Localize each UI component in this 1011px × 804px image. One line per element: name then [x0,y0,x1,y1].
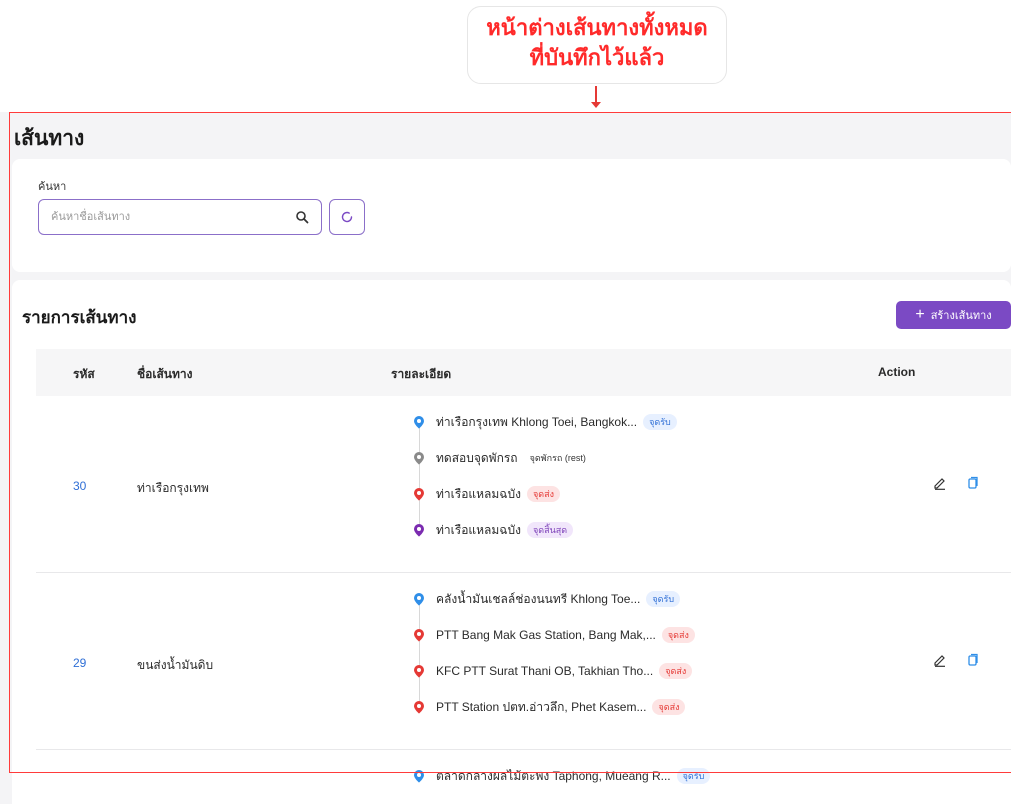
route-name: ท่าเรือกรุงเทพ [137,481,209,495]
map-pin-icon [414,665,424,678]
search-input[interactable] [39,200,279,234]
map-pin-icon [414,524,424,537]
stop-type-badge: จุดรับ [646,591,681,607]
stop-type-badge: จุดรับ [676,768,711,784]
route-stops: ตลาดกลางผลไม้ตะพง Taphong, Mueang R... จ… [412,758,711,794]
stop-type-badge: จุดส่ง [661,627,695,643]
create-route-button[interactable]: + สร้างเส้นทาง [896,301,1011,329]
annotation-callout: หน้าต่างเส้นทางทั้งหมด ที่บันทึกไว้แล้ว [467,6,727,84]
map-pin-icon [414,416,424,429]
stop-label: KFC PTT Surat Thani OB, Takhian Tho... [436,664,654,678]
stop-label: ตลาดกลางผลไม้ตะพง Taphong, Mueang R... [436,768,671,783]
table-row[interactable]: 30 ท่าเรือกรุงเทพ ท่าเรือกรุงเทพ Khlong … [36,396,1011,573]
table-header: รหัส ชื่อเส้นทาง รายละเอียด Action [36,349,1011,396]
search-icon[interactable] [295,210,309,224]
annotation-line-1: หน้าต่างเส้นทางทั้งหมด [486,16,708,41]
column-header-name[interactable]: ชื่อเส้นทาง [137,365,193,384]
map-pin-icon [414,593,424,606]
page-title: เส้นทาง [14,127,85,150]
copy-icon[interactable] [965,476,979,490]
search-card: ค้นหา [12,159,1011,272]
create-route-label: สร้างเส้นทาง [930,310,992,322]
map-pin-icon [414,629,424,642]
route-stop: PTT Station ปตท.อ่าวลึก, Phet Kasem... จ… [412,689,695,725]
stop-type-badge: จุดส่ง [526,486,560,502]
stop-label: ทดสอบจุดพักรถ [436,450,518,465]
column-header-code[interactable]: รหัส [73,365,95,384]
search-label: ค้นหา [38,181,67,193]
stop-label: คลังน้ำมันเชลล์ช่องนนทรี Khlong Toe... [436,591,641,606]
table-row[interactable]: 29 ขนส่งน้ำมันดิบ คลังน้ำมันเชลล์ช่องนนท… [36,573,1011,750]
row-actions [933,653,979,667]
search-box [38,199,322,235]
route-list-title: รายการเส้นทาง [22,308,137,327]
route-stop: ทดสอบจุดพักรถ จุดพักรถ (rest) [412,440,677,476]
pencil-icon[interactable] [933,653,947,667]
copy-icon[interactable] [965,653,979,667]
route-stops: คลังน้ำมันเชลล์ช่องนนทรี Khlong Toe... จ… [412,581,695,725]
stop-type-badge: จุดสิ้นสุด [526,522,574,538]
pencil-icon[interactable] [933,476,947,490]
route-stop: ตลาดกลางผลไม้ตะพง Taphong, Mueang R... จ… [412,758,711,794]
plus-icon: + [915,306,925,323]
column-header-detail[interactable]: รายละเอียด [391,365,451,384]
route-code-link[interactable]: 29 [73,656,86,670]
refresh-icon [341,211,353,223]
route-stops: ท่าเรือกรุงเทพ Khlong Toei, Bangkok... จ… [412,404,677,548]
map-pin-icon [414,701,424,714]
screenshot-stage: หน้าต่างเส้นทางทั้งหมด ที่บันทึกไว้แล้ว … [0,0,1011,804]
annotation-arrow [591,86,601,108]
stop-label: ท่าเรือกรุงเทพ Khlong Toei, Bangkok... [436,414,638,429]
column-header-action: Action [878,365,916,379]
map-pin-icon [414,770,424,783]
stop-type-badge: จุดส่ง [652,699,686,715]
route-stop: ท่าเรือแหลมฉบัง จุดสิ้นสุด [412,512,677,548]
refresh-button[interactable] [329,199,365,235]
route-stop: PTT Bang Mak Gas Station, Bang Mak,... จ… [412,617,695,653]
stop-label: ท่าเรือแหลมฉบัง [436,486,521,501]
stop-type-badge: จุดรับ [643,414,677,430]
route-name: ขนส่งน้ำมันดิบ [137,658,214,672]
stop-label: ท่าเรือแหลมฉบัง [436,522,521,537]
route-stop: คลังน้ำมันเชลล์ช่องนนทรี Khlong Toe... จ… [412,581,695,617]
map-pin-icon [414,452,424,465]
stop-type-badge: จุดส่ง [659,663,693,679]
table-row[interactable]: ตลาดกลางผลไม้ตะพง Taphong, Mueang R... จ… [36,750,1011,804]
stop-type-badge: จุดพักรถ (rest) [529,453,586,463]
route-stop: KFC PTT Surat Thani OB, Takhian Tho... จ… [412,653,695,689]
route-stop: ท่าเรือกรุงเทพ Khlong Toei, Bangkok... จ… [412,404,677,440]
route-stop: ท่าเรือแหลมฉบัง จุดส่ง [412,476,677,512]
stop-label: PTT Station ปตท.อ่าวลึก, Phet Kasem... [436,699,647,714]
map-pin-icon [414,488,424,501]
annotation-line-2: ที่บันทึกไว้แล้ว [529,46,665,71]
row-actions [933,476,979,490]
routes-page: เส้นทาง ค้นหา รายการเส้นทาง + สร้างเส้นท… [0,112,1011,804]
stop-label: PTT Bang Mak Gas Station, Bang Mak,... [436,628,656,642]
route-list-card: รายการเส้นทาง + สร้างเส้นทาง รหัส ชื่อเส… [12,280,1011,804]
route-code-link[interactable]: 30 [73,479,86,493]
